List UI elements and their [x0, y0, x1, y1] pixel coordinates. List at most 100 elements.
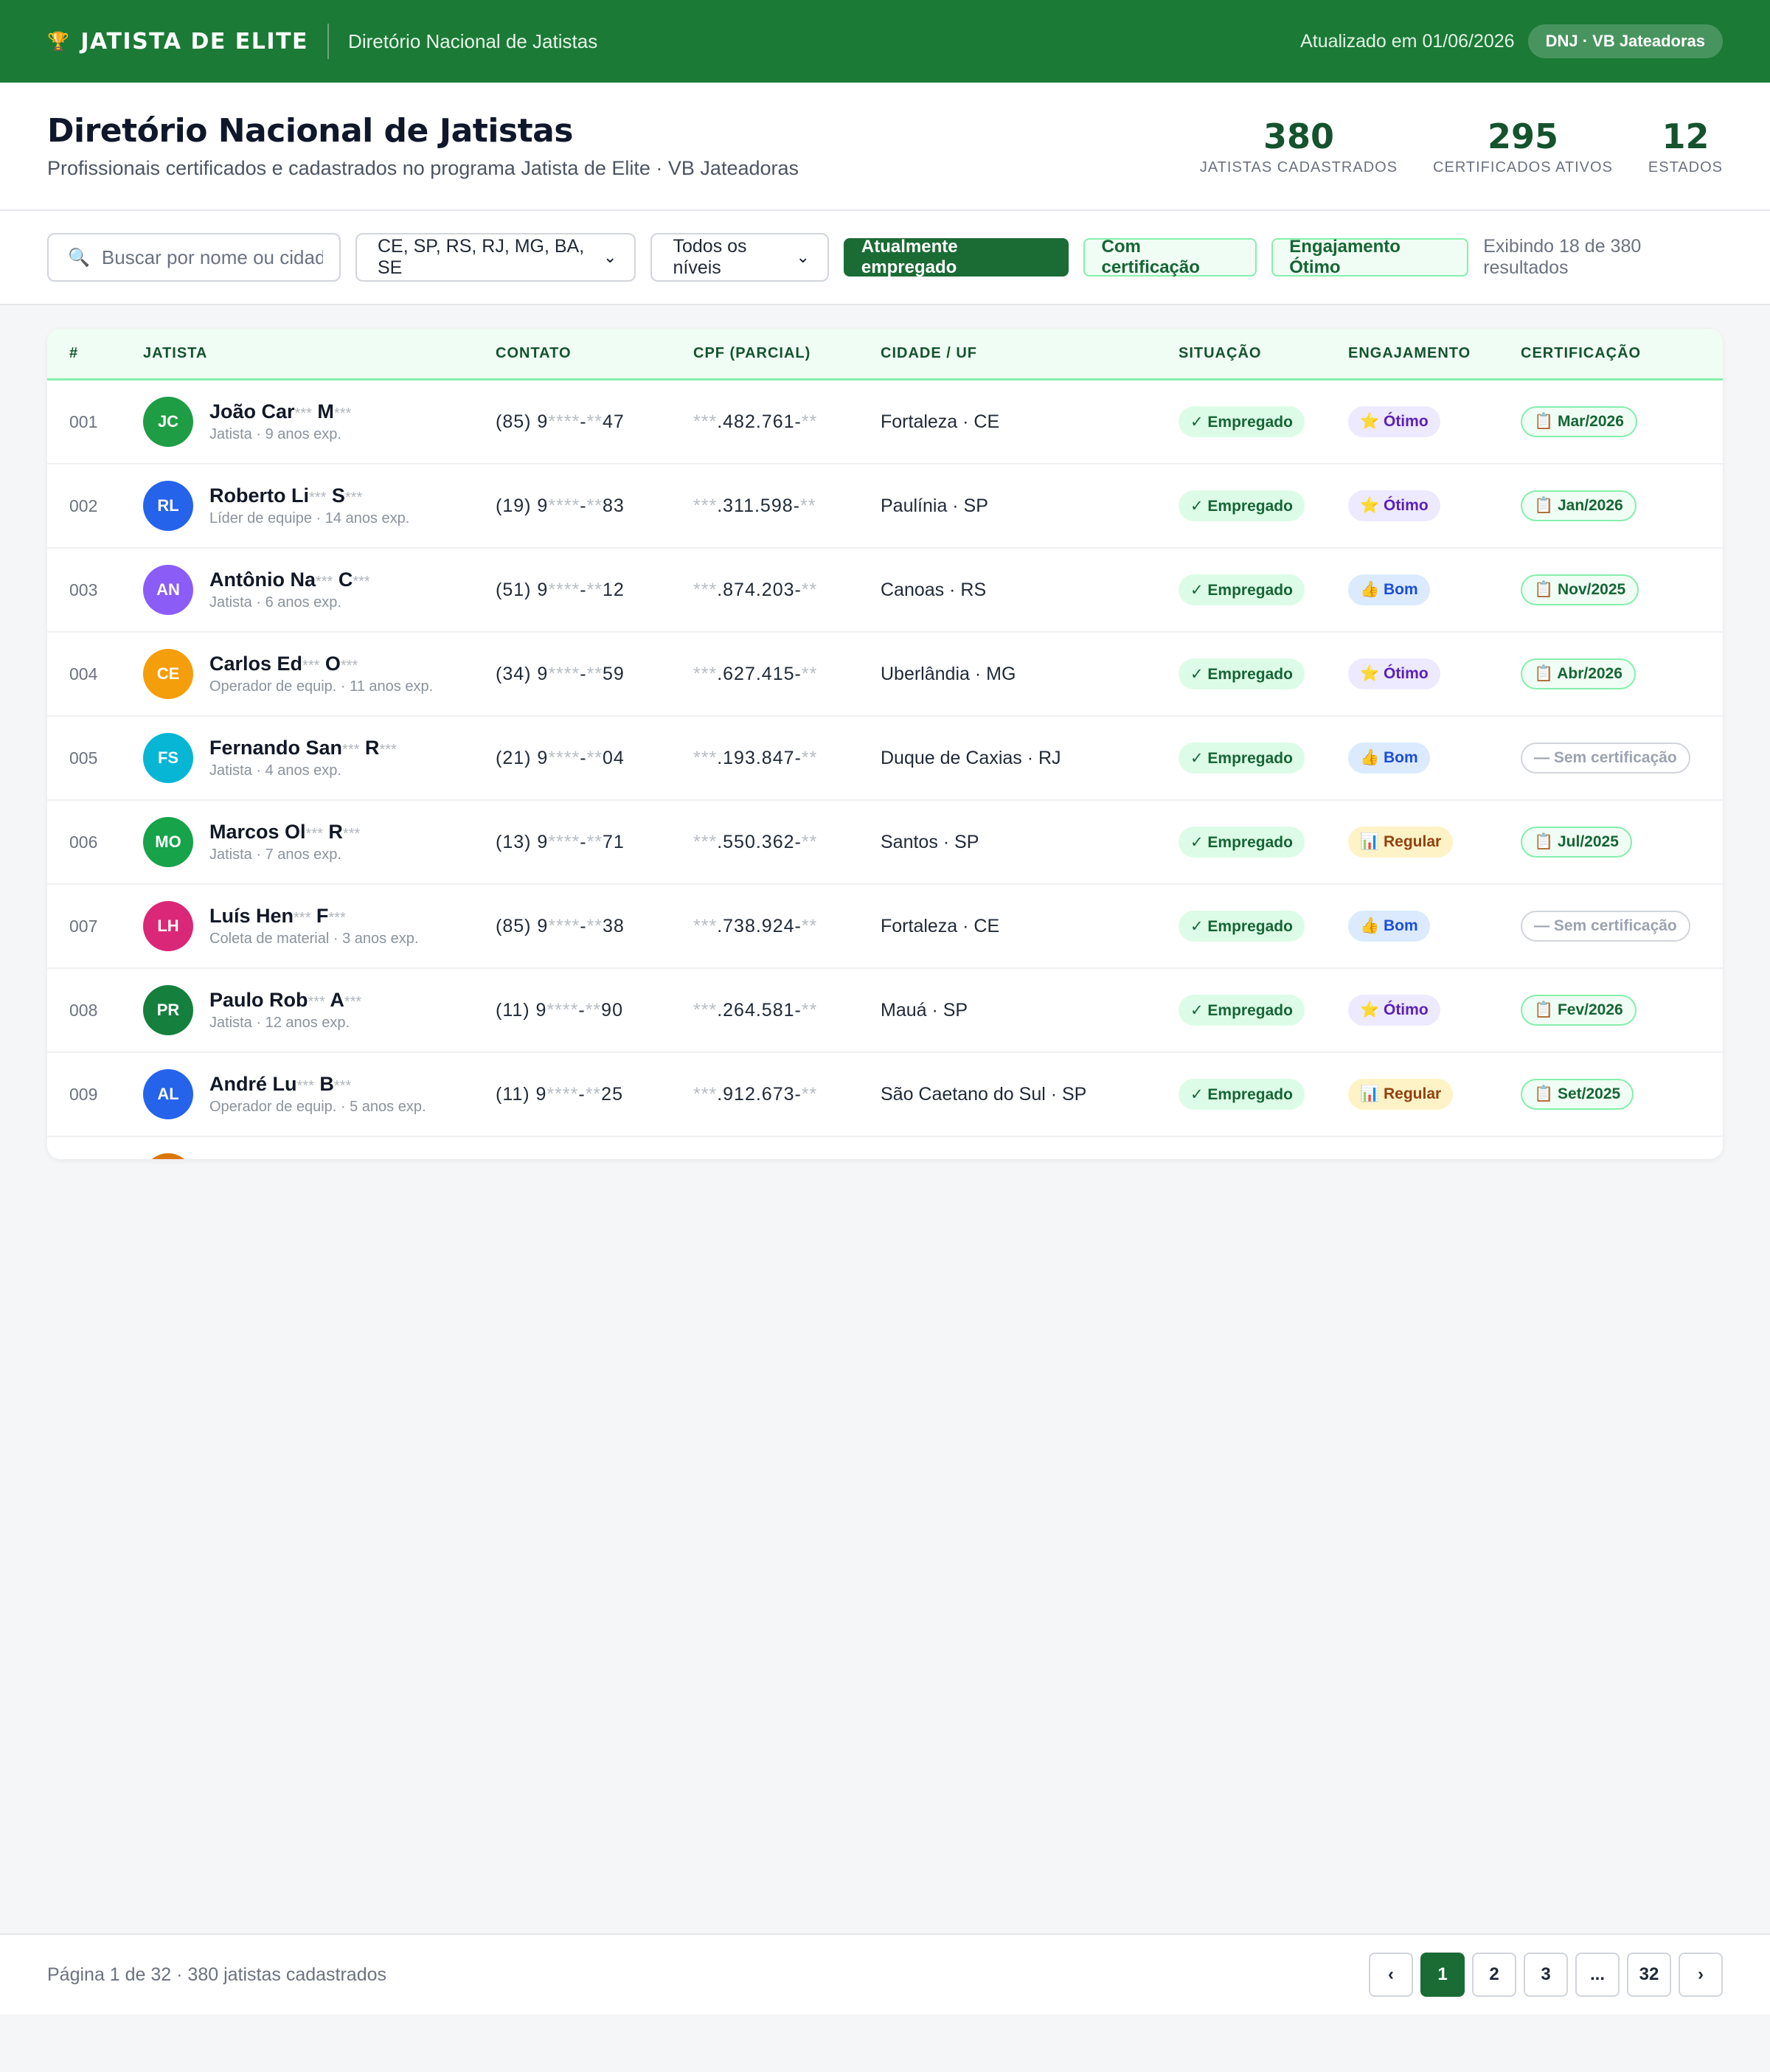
chevron-down-icon: ⌄ — [796, 248, 810, 266]
filter-chip-empregado[interactable]: Atualmente empregado — [843, 237, 1069, 277]
engagement-badge: 👍 Bom — [1348, 743, 1430, 773]
table-row[interactable]: 009 AL André Lu*** B*** Operador de equi… — [47, 1053, 1723, 1137]
city-uf: Paulínia · SP — [881, 495, 988, 516]
jatista-name[interactable]: Paulo Rob*** A*** — [209, 989, 361, 1012]
table-row[interactable]: 005 FS Fernando San*** R*** Jatista · 4 … — [47, 717, 1723, 801]
certification-badge: — Sem certificação — [1521, 743, 1690, 773]
stat-certificados: 295 CERTIFICADOS ATIVOS — [1433, 117, 1613, 176]
certification-badge: 📋 Fev/2026 — [1521, 995, 1637, 1026]
engagement-badge: ⭐ Ótimo — [1348, 995, 1440, 1026]
jatista-name[interactable]: João Car*** M*** — [209, 400, 351, 423]
avatar: AL — [143, 1069, 193, 1119]
jatista-name[interactable]: Carlos Ed*** O*** — [209, 653, 433, 675]
jatista-name[interactable]: Fernando San*** R*** — [209, 737, 397, 759]
filter-chip-certificacao[interactable]: Com certificação — [1083, 237, 1257, 277]
jatista-name[interactable]: Marcos Ol*** R*** — [209, 821, 360, 844]
page-info: Página 1 de 32 · 380 jatistas cadastrado… — [47, 1964, 387, 1985]
table-row[interactable]: 003 AN Antônio Na*** C*** Jatista · 6 an… — [47, 549, 1723, 633]
jatista-name[interactable]: Luís Hen*** F*** — [209, 905, 419, 928]
page-button-1[interactable]: 1 — [1420, 1953, 1465, 1997]
certification-badge: 📋 Jul/2025 — [1521, 827, 1632, 858]
col-header-engajamento[interactable]: ENGAJAMENTO — [1348, 345, 1521, 362]
prev-page-button[interactable]: ‹ — [1369, 1953, 1413, 1997]
avatar: CE — [143, 649, 193, 699]
table-row[interactable]: 004 CE Carlos Ed*** O*** Operador de equ… — [47, 633, 1723, 717]
contact-phone: (85) 9****-**47 — [496, 411, 625, 432]
table-row[interactable]: 001 JC João Car*** M*** Jatista · 9 anos… — [47, 380, 1723, 465]
engagement-badge: ⭐ Ótimo — [1348, 490, 1440, 521]
table-row[interactable]: 008 PR Paulo Rob*** A*** Jatista · 12 an… — [47, 969, 1723, 1053]
jatista-role: Coleta de material · 3 anos exp. — [209, 931, 419, 947]
contact-phone: (11) 9****-**25 — [496, 1083, 623, 1105]
jatista-name[interactable]: Ricardo Go*** T*** — [209, 1157, 369, 1159]
brand-name: JATISTA DE ELITE — [80, 28, 309, 55]
table-row[interactable]: 006 MO Marcos Ol*** R*** Jatista · 7 ano… — [47, 801, 1723, 885]
col-header-contato[interactable]: CONTATO — [496, 345, 693, 362]
row-number: 008 — [69, 1000, 98, 1020]
city-uf: Canoas · RS — [881, 579, 987, 600]
row-number: 002 — [69, 496, 98, 515]
cpf-partial: ***.738.924-** — [693, 915, 818, 936]
city-uf: São Caetano do Sul · SP — [881, 1083, 1087, 1105]
states-select[interactable]: CE, SP, RS, RJ, MG, BA, SE ⌄ — [355, 233, 636, 282]
filter-chip-engajamento[interactable]: Engajamento Ótimo — [1271, 237, 1469, 277]
city-uf: Santos · SP — [881, 831, 979, 852]
page-button-2[interactable]: 2 — [1472, 1953, 1516, 1997]
states-value: CE, SP, RS, RJ, MG, BA, SE — [378, 236, 585, 278]
col-header-cidade[interactable]: CIDADE / UF — [881, 345, 1179, 362]
next-page-button[interactable]: › — [1679, 1953, 1723, 1997]
stats: 380 JATISTAS CADASTRADOS 295 CERTIFICADO… — [1200, 117, 1723, 176]
avatar: MO — [143, 817, 193, 867]
col-header-cpf[interactable]: CPF (PARCIAL) — [693, 345, 881, 362]
table-row[interactable]: 002 RL Roberto Li*** S*** Líder de equip… — [47, 465, 1723, 549]
search-box[interactable]: 🔍 — [47, 233, 341, 282]
page-button-32[interactable]: 32 — [1627, 1953, 1671, 1997]
table-row[interactable]: 010 RG Ricardo Go*** T*** Jatista · 8 an… — [47, 1137, 1723, 1159]
page-ellipsis: ... — [1575, 1953, 1620, 1997]
stat-label: CERTIFICADOS ATIVOS — [1433, 159, 1613, 175]
engagement-badge: 👍 Bom — [1348, 911, 1430, 942]
status-badge: ✓ Empregado — [1179, 490, 1305, 521]
level-select[interactable]: Todos os níveis ⌄ — [650, 233, 829, 282]
city-uf: Duque de Caxias · RJ — [881, 747, 1061, 768]
trophy-icon: 🏆 — [47, 31, 71, 52]
stat-label: JATISTAS CADASTRADOS — [1199, 159, 1398, 175]
status-badge: ✓ Empregado — [1179, 406, 1305, 437]
top-bar: 🏆 JATISTA DE ELITE Diretório Nacional de… — [0, 0, 1770, 83]
col-header-jatista[interactable]: JATISTA — [143, 345, 496, 362]
col-header-situacao[interactable]: SITUAÇÃO — [1179, 345, 1348, 362]
jatista-role: Jatista · 4 anos exp. — [209, 762, 341, 779]
jatista-role: Líder de equipe · 14 anos exp. — [209, 510, 410, 526]
table-row[interactable]: 007 LH Luís Hen*** F*** Coleta de materi… — [47, 885, 1723, 969]
engagement-badge: ⭐ Ótimo — [1348, 406, 1440, 437]
col-header-certificacao[interactable]: CERTIFICAÇÃO — [1521, 345, 1720, 362]
chevron-down-icon: ⌄ — [603, 248, 617, 266]
certification-badge: 📋 Nov/2025 — [1521, 574, 1639, 605]
row-number: 003 — [69, 580, 98, 599]
col-header-num[interactable]: # — [47, 345, 143, 362]
updated-date: Atualizado em 01/06/2026 — [1300, 30, 1515, 52]
table-body: 001 JC João Car*** M*** Jatista · 9 anos… — [47, 380, 1723, 1159]
jatista-name[interactable]: Roberto Li*** S*** — [209, 484, 409, 507]
jatista-role: Operador de equip. · 11 anos exp. — [209, 678, 434, 695]
status-badge: ✓ Empregado — [1179, 911, 1305, 942]
jatista-name[interactable]: André Lu*** B*** — [209, 1073, 426, 1096]
jatista-name[interactable]: Antônio Na*** C*** — [209, 569, 370, 591]
page-button-3[interactable]: 3 — [1524, 1953, 1568, 1997]
filter-bar: 🔍 CE, SP, RS, RJ, MG, BA, SE ⌄ Todos os … — [0, 211, 1770, 305]
status-badge: ✓ Empregado — [1179, 658, 1305, 689]
avatar: AN — [143, 565, 193, 615]
avatar: RG — [143, 1153, 193, 1159]
topbar-subtitle: Diretório Nacional de Jatistas — [348, 29, 598, 52]
engagement-badge: 👍 Bom — [1348, 574, 1430, 605]
cpf-partial: ***.550.362-** — [693, 831, 818, 852]
status-badge: ✓ Empregado — [1179, 743, 1305, 773]
cpf-partial: ***.912.673-** — [693, 1083, 818, 1105]
contact-phone: (11) 9****-**90 — [496, 999, 623, 1021]
status-badge: ✓ Empregado — [1179, 1079, 1305, 1110]
city-uf: Uberlândia · MG — [881, 663, 1016, 684]
search-input[interactable] — [101, 246, 323, 269]
cpf-partial: ***.311.598-** — [693, 495, 816, 516]
stat-estados: 12 ESTADOS — [1648, 117, 1723, 176]
brand[interactable]: 🏆 JATISTA DE ELITE — [47, 29, 308, 55]
